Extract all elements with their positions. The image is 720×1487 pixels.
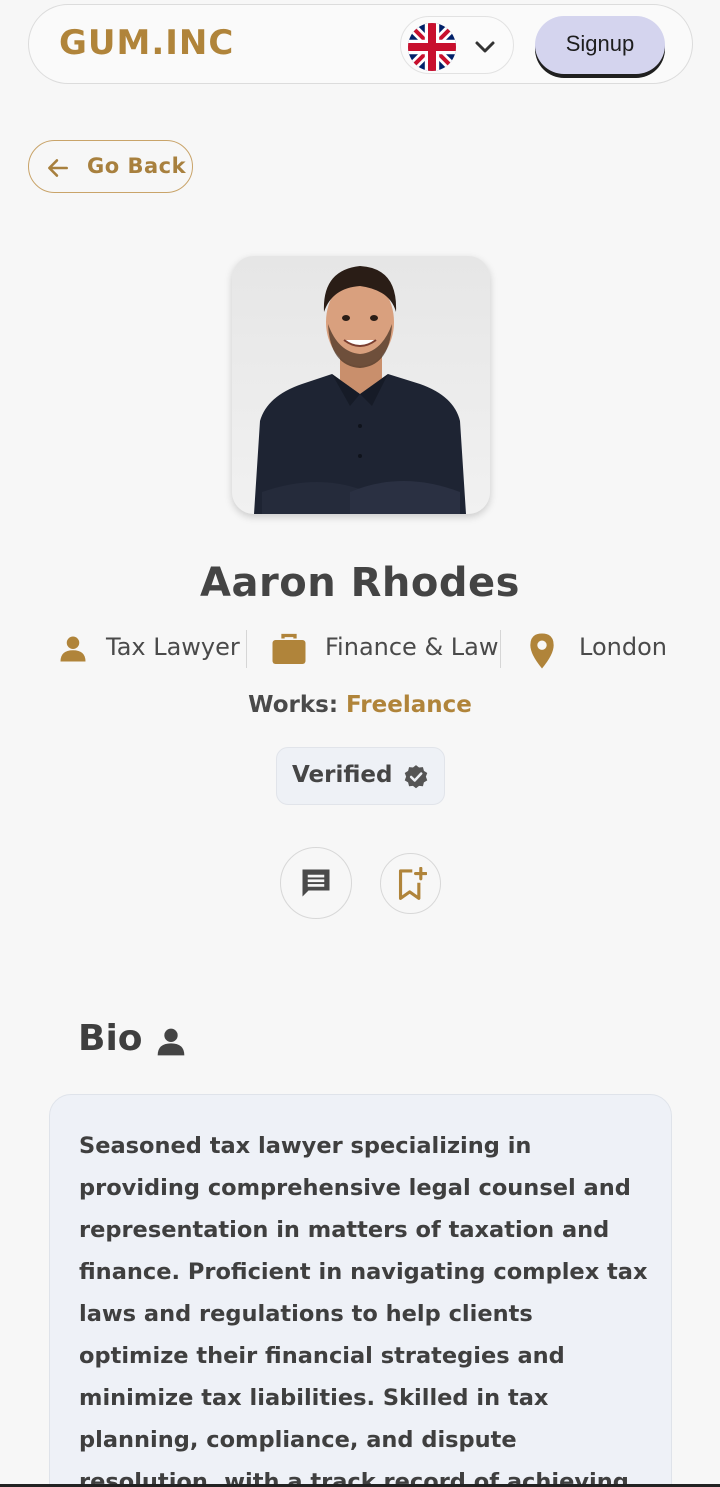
profile-photo	[232, 256, 490, 514]
verified-label: Verified	[292, 762, 393, 788]
work-type-value: Freelance	[346, 692, 472, 718]
verified-badge: Verified	[276, 747, 445, 805]
meta-divider	[246, 630, 247, 668]
language-selector[interactable]	[400, 16, 514, 74]
job-title-item: Tax Lawyer	[58, 628, 248, 672]
profile-name: Aaron Rhodes	[200, 560, 520, 606]
person-icon	[157, 1028, 185, 1056]
verified-badge-icon	[404, 765, 428, 789]
chevron-down-icon	[475, 41, 495, 53]
bookmark-add-icon	[398, 866, 427, 900]
uk-flag-icon	[408, 23, 456, 71]
profile-meta: Tax Lawyer Finance & Law London	[0, 628, 720, 672]
location-pin-icon	[530, 633, 554, 669]
bio-card: Seasoned tax lawyer specializing in prov…	[49, 1094, 672, 1487]
arrow-left-icon	[48, 159, 68, 177]
signup-button[interactable]: Signup	[535, 16, 665, 74]
person-icon	[60, 636, 86, 662]
industry: Finance & Law	[325, 633, 499, 661]
briefcase-icon	[272, 633, 306, 664]
location: London	[579, 633, 667, 661]
go-back-button[interactable]: Go Back	[28, 140, 193, 193]
top-header: GUM.INC Signup	[28, 4, 693, 84]
message-button[interactable]	[280, 847, 352, 919]
location-item: London	[528, 628, 678, 672]
message-icon	[302, 869, 330, 897]
meta-divider	[500, 630, 501, 668]
bookmark-button[interactable]	[380, 853, 441, 914]
industry-item: Finance & Law	[271, 628, 501, 672]
profile-page: GUM.INC Signup Go Back Aaron Rhodes Tax …	[0, 0, 720, 1487]
bio-text: Seasoned tax lawyer specializing in prov…	[79, 1133, 648, 1487]
work-type-label: Works:	[248, 692, 339, 718]
go-back-label: Go Back	[87, 154, 187, 178]
bio-heading: Bio	[78, 1018, 143, 1059]
work-type: Works: Freelance	[0, 692, 720, 718]
job-title: Tax Lawyer	[106, 633, 240, 661]
logo[interactable]: GUM.INC	[59, 23, 234, 63]
